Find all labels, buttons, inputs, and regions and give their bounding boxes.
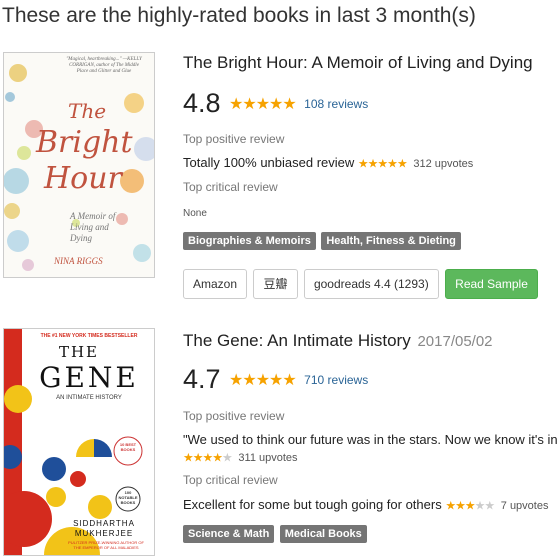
review-text[interactable]: Excellent for some but tough going for o…: [183, 497, 442, 512]
cover-title-line2: Bright: [36, 125, 133, 160]
book-title-text[interactable]: The Bright Hour: A Memoir of Living and …: [183, 53, 533, 72]
top-critical-review[interactable]: Excellent for some but tough going for o…: [183, 497, 560, 513]
cover-badge-100-notable: 100 NOTABLE BOOKS: [118, 490, 138, 505]
top-positive-review[interactable]: "We used to think our future was in the …: [183, 432, 560, 447]
rating-row: 4.7 ★★★★★ 710 reviews: [183, 364, 368, 395]
top-critical-review: None: [183, 208, 207, 219]
review-stars-icon: ★★★★★: [445, 498, 495, 513]
cover-badge-10-best: 10 BEST BOOKS: [119, 442, 137, 452]
top-positive-label: Top positive review: [183, 409, 285, 423]
cover-subtitle: A Memoir of Living and Dying: [70, 211, 116, 243]
top-positive-label: Top positive review: [183, 132, 285, 146]
stars-filled: ★★★★: [183, 450, 223, 465]
category-tags: Biographies & Memoirs Health, Fitness & …: [183, 231, 462, 250]
cover-quote: "Magical, heartbreaking..." —KELLY CORRI…: [66, 57, 142, 74]
action-buttons: Amazon 豆瓣 goodreads 4.4 (1293) Read Samp…: [183, 269, 540, 299]
category-tags: Science & Math Medical Books: [183, 524, 368, 543]
review-text[interactable]: Totally 100% unbiased review: [183, 155, 354, 170]
rating-stars-icon: ★★★★★: [229, 95, 297, 113]
top-positive-review-meta: ★★★★★ 311 upvotes: [183, 449, 298, 465]
amazon-button[interactable]: Amazon: [183, 269, 248, 299]
page-heading: These are the highly-rated books in last…: [2, 4, 476, 27]
upvotes-count: 311 upvotes: [238, 452, 298, 464]
stars-filled: ★★★: [445, 498, 475, 513]
review-stars-icon: ★★★★★: [183, 450, 233, 465]
review-text[interactable]: "We used to think our future was in the …: [183, 432, 560, 447]
goodreads-button[interactable]: goodreads 4.4 (1293): [303, 269, 439, 299]
review-stars-icon: ★★★★★: [357, 156, 408, 171]
upvotes-count: 312 upvotes: [413, 158, 474, 170]
stars-empty: ★★: [474, 498, 495, 513]
cover-title-line2: GENE: [39, 361, 139, 394]
top-critical-label: Top critical review: [183, 180, 278, 194]
read-sample-button[interactable]: Read Sample: [445, 269, 538, 299]
douban-button[interactable]: 豆瓣: [253, 269, 298, 299]
cover-banner: THE #1 NEW YORK TIMES BESTSELLER: [40, 333, 138, 339]
tag-health-fitness[interactable]: Health, Fitness & Dieting: [321, 232, 461, 250]
upvotes-count: 7 upvotes: [500, 500, 549, 512]
rating-stars-icon: ★★★★★: [229, 371, 297, 389]
stars-empty: ★: [222, 450, 233, 465]
cover-title-line3: Hour: [44, 161, 122, 196]
tag-biographies[interactable]: Biographies & Memoirs: [183, 232, 316, 250]
rating-value: 4.7: [183, 364, 221, 394]
cover-subtitle: AN INTIMATE HISTORY: [56, 395, 122, 401]
top-positive-review[interactable]: Totally 100% unbiased review ★★★★★ 312 u…: [183, 155, 473, 171]
book-title[interactable]: The Gene: An Intimate History 2017/05/02: [183, 331, 493, 351]
tag-medical-books[interactable]: Medical Books: [279, 525, 367, 543]
book-cover-bright-hour[interactable]: "Magical, heartbreaking..." —KELLY CORRI…: [3, 52, 155, 278]
rating-row: 4.8 ★★★★★ 108 reviews: [183, 88, 368, 119]
cover-author-note: PULITZER PRIZE-WINNING AUTHOR OF THE EMP…: [68, 540, 144, 550]
book-cover-the-gene[interactable]: THE #1 NEW YORK TIMES BESTSELLER THE GEN…: [3, 328, 155, 556]
book-title-text[interactable]: The Gene: An Intimate History: [183, 331, 411, 350]
tag-science-math[interactable]: Science & Math: [183, 525, 275, 543]
cover-author-line1: SIDDHARTHA: [73, 519, 135, 528]
cover-title-line1: THE: [58, 343, 100, 361]
rating-value: 4.8: [183, 88, 221, 118]
cover-author-line2: MUKHERJEE: [74, 529, 134, 538]
cover-title-line1: The: [68, 99, 107, 123]
top-critical-label: Top critical review: [183, 473, 278, 487]
reviews-link[interactable]: 108 reviews: [304, 97, 368, 111]
reviews-link[interactable]: 710 reviews: [304, 373, 368, 387]
book-title[interactable]: The Bright Hour: A Memoir of Living and …: [183, 53, 535, 73]
book-date: 2017/05/02: [417, 333, 493, 350]
cover-author: NINA RIGGS: [54, 256, 103, 266]
